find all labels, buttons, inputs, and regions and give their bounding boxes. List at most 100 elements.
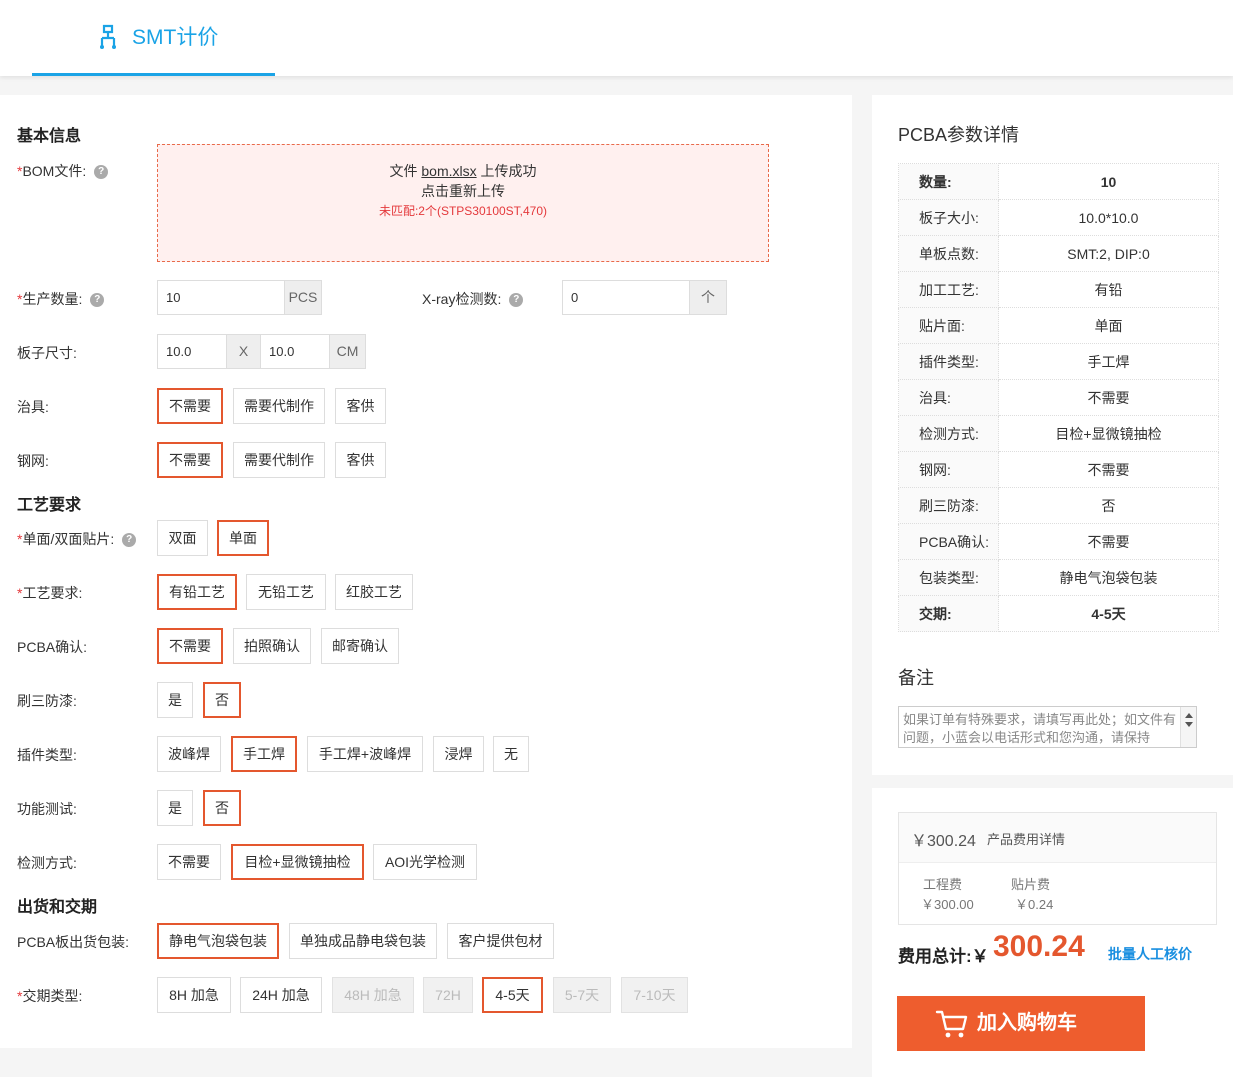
section-delivery-title: 出货和交期 — [17, 899, 98, 916]
batch-review-link[interactable]: 批量人工核价 — [1108, 944, 1192, 964]
func-test-label: 功能测试: — [17, 801, 77, 817]
fee-detail-label: 产品费用详情 — [987, 832, 1066, 847]
remark-scrollbar[interactable] — [1180, 707, 1196, 747]
smt-fee-value: ￥0.24 — [1015, 897, 1054, 912]
params-key: 检测方式: — [898, 415, 999, 452]
params-row: 板子大小: 10.0*10.0 — [898, 199, 1219, 236]
params-value: 不需要 — [998, 379, 1219, 416]
params-row: 插件类型: 手工焊 — [898, 343, 1219, 380]
params-row: PCBA确认: 不需要 — [898, 523, 1219, 560]
params-row: 贴片面: 单面 — [898, 307, 1219, 344]
plugin-option-none[interactable]: 无 — [493, 736, 529, 772]
unmatched-notice: 未匹配:2个(STPS30100ST,470) — [378, 204, 548, 218]
jig-option-make[interactable]: 需要代制作 — [233, 388, 325, 424]
params-row: 包装类型: 静电气泡袋包装 — [898, 559, 1219, 596]
remark-textarea[interactable]: 如果订单有特殊要求，请填写再此处；如文件有问题，小蓝会以电话形式和您沟通，请保持 — [898, 706, 1197, 748]
smt-fee-label: 贴片费 — [1011, 877, 1051, 892]
total-label-group: 费用总计:￥ — [898, 942, 989, 967]
params-value: 4-5天 — [998, 595, 1219, 632]
params-row: 交期: 4-5天 — [898, 595, 1219, 632]
delivery-option-48h: 48H 加急 — [332, 977, 414, 1013]
jig-option-none[interactable]: 不需要 — [157, 388, 223, 424]
reupload-text[interactable]: 点击重新上传 — [158, 181, 768, 201]
bom-label-row: *BOM文件:? — [17, 161, 109, 181]
delivery-option-7-10d: 7-10天 — [621, 977, 688, 1013]
params-value: 10.0*10.0 — [998, 199, 1219, 236]
params-value: 否 — [998, 487, 1219, 524]
packaging-option-bubble[interactable]: 静电气泡袋包装 — [157, 923, 279, 959]
delivery-option-4-5d[interactable]: 4-5天 — [482, 977, 543, 1013]
plugin-option-manual[interactable]: 手工焊 — [231, 736, 297, 772]
fee-detail-box: ￥300.24 产品费用详情 工程费 ￥300.00 贴片费 ￥0.24 — [898, 812, 1217, 925]
process-option-leaded[interactable]: 有铅工艺 — [157, 574, 237, 610]
total-label: 费用总计: — [898, 947, 972, 966]
upload-suffix: 上传成功 — [480, 163, 537, 179]
packaging-option-individual[interactable]: 单独成品静电袋包装 — [289, 923, 437, 959]
side-label: 单面/双面贴片: — [22, 531, 115, 547]
params-key: 单板点数: — [898, 235, 999, 272]
quantity-label-row: *生产数量:? — [17, 289, 105, 309]
help-icon[interactable]: ? — [509, 293, 524, 308]
fee-header[interactable]: ￥300.24 产品费用详情 — [899, 813, 1216, 863]
process-label: 工艺要求: — [22, 585, 83, 601]
plugin-option-dip[interactable]: 浸焊 — [433, 736, 484, 772]
plugin-option-manual-wave[interactable]: 手工焊+波峰焊 — [307, 736, 423, 772]
inspection-option-none[interactable]: 不需要 — [157, 844, 221, 880]
side-option-double[interactable]: 双面 — [157, 520, 208, 556]
tab-label: SMT计价 — [132, 26, 219, 49]
params-value: 有铅 — [998, 271, 1219, 308]
board-height-input[interactable]: 10.0 — [260, 334, 330, 369]
params-key: 刷三防漆: — [898, 487, 999, 524]
xray-unit: 个 — [689, 280, 727, 315]
help-icon[interactable]: ? — [122, 533, 137, 548]
help-icon[interactable]: ? — [90, 293, 105, 308]
func-test-option-no[interactable]: 否 — [203, 790, 241, 826]
params-row: 检测方式: 目检+显微镜抽检 — [898, 415, 1219, 452]
inspection-option-aoi[interactable]: AOI光学检测 — [373, 844, 477, 880]
stencil-option-customer[interactable]: 客供 — [335, 442, 386, 478]
pcba-confirm-label: PCBA确认: — [17, 639, 88, 655]
stencil-label: 钢网: — [17, 453, 49, 469]
coating-option-yes[interactable]: 是 — [157, 682, 193, 718]
delivery-option-5-7d: 5-7天 — [553, 977, 611, 1013]
process-option-leadfree[interactable]: 无铅工艺 — [246, 574, 326, 610]
help-icon[interactable]: ? — [94, 165, 109, 180]
delivery-option-24h[interactable]: 24H 加急 — [240, 977, 322, 1013]
xray-input[interactable]: 0 — [562, 280, 690, 315]
uploaded-file-link[interactable]: bom.xlsx — [421, 163, 476, 179]
process-label-row: *工艺要求: — [17, 583, 82, 603]
params-row: 刷三防漆: 否 — [898, 487, 1219, 524]
packaging-label: PCBA板出货包装: — [17, 934, 130, 950]
total-value: 300.24 — [993, 930, 1085, 963]
tab-smt-pricing[interactable]: SMT计价 — [32, 0, 275, 76]
stencil-option-make[interactable]: 需要代制作 — [233, 442, 325, 478]
pcba-confirm-option-mail[interactable]: 邮寄确认 — [321, 628, 399, 664]
params-key: 加工工艺: — [898, 271, 999, 308]
side-option-single[interactable]: 单面 — [217, 520, 269, 556]
params-row: 加工工艺: 有铅 — [898, 271, 1219, 308]
process-option-redglue[interactable]: 红胶工艺 — [335, 574, 413, 610]
fee-amount: ￥300.24 — [911, 833, 976, 850]
plugin-option-wave[interactable]: 波峰焊 — [157, 736, 221, 772]
jig-option-customer[interactable]: 客供 — [335, 388, 386, 424]
delivery-label-row: *交期类型: — [17, 986, 82, 1006]
scroll-down-icon[interactable] — [1185, 722, 1193, 727]
coating-label: 刷三防漆: — [17, 693, 77, 709]
pcba-confirm-option-none[interactable]: 不需要 — [157, 628, 223, 664]
inspection-option-visual[interactable]: 目检+显微镜抽检 — [231, 844, 364, 880]
func-test-option-yes[interactable]: 是 — [157, 790, 193, 826]
board-width-input[interactable]: 10.0 — [157, 334, 227, 369]
xray-label: X-ray检测数: — [422, 291, 502, 307]
delivery-option-8h[interactable]: 8H 加急 — [157, 977, 231, 1013]
bom-upload-area[interactable]: 文件 bom.xlsx 上传成功 点击重新上传 未匹配:2个(STPS30100… — [157, 144, 769, 262]
stencil-option-none[interactable]: 不需要 — [157, 442, 223, 478]
add-to-cart-button[interactable]: 加入购物车 — [897, 996, 1145, 1051]
quantity-input[interactable]: 10 — [157, 280, 285, 315]
scroll-up-icon[interactable] — [1185, 713, 1193, 718]
section-basic-title: 基本信息 — [17, 128, 82, 145]
pcba-confirm-option-photo[interactable]: 拍照确认 — [233, 628, 311, 664]
params-value: 目检+显微镜抽检 — [998, 415, 1219, 452]
packaging-option-customer[interactable]: 客户提供包材 — [447, 923, 554, 959]
circuit-icon — [100, 24, 116, 49]
coating-option-no[interactable]: 否 — [203, 682, 241, 718]
